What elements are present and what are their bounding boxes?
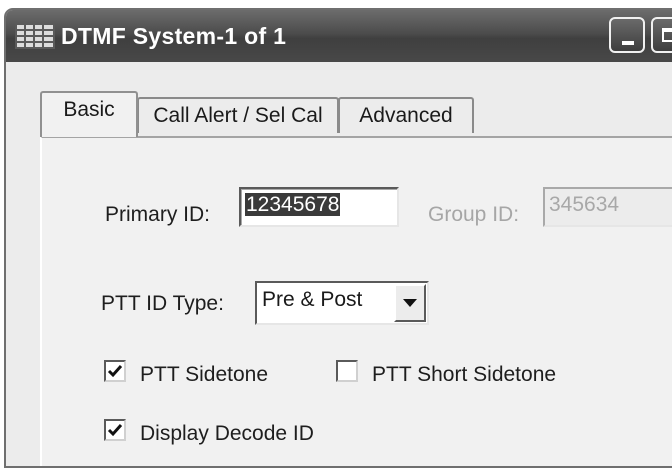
minimize-button[interactable] xyxy=(609,17,645,53)
ptt-sidetone-checkbox[interactable] xyxy=(104,360,126,382)
chevron-down-icon xyxy=(403,299,417,307)
tab-advanced[interactable]: Advanced xyxy=(338,97,474,133)
minimize-icon xyxy=(622,41,634,45)
primary-id-label: Primary ID: xyxy=(105,203,210,226)
ptt-id-type-value: Pre & Post xyxy=(262,288,363,311)
group-id-label: Group ID: xyxy=(428,203,520,226)
window-title: DTMF System-1 of 1 xyxy=(61,23,287,49)
title-bar[interactable]: DTMF System-1 of 1 xyxy=(6,10,672,62)
tab-basic[interactable]: Basic xyxy=(40,91,138,137)
checkmark-icon xyxy=(107,365,123,378)
tab-call-alert-sel-cal[interactable]: Call Alert / Sel Cal xyxy=(137,97,339,133)
ptt-short-sidetone-label: PTT Short Sidetone xyxy=(372,363,557,386)
checkmark-icon xyxy=(107,424,123,437)
display-decode-id-label: Display Decode ID xyxy=(140,422,314,445)
ptt-id-type-label: PTT ID Type: xyxy=(101,292,224,315)
ptt-id-type-select[interactable]: Pre & Post xyxy=(255,281,429,325)
maximize-button[interactable] xyxy=(651,17,672,53)
group-id-value: 345634 xyxy=(549,193,620,216)
group-id-field: 345634 xyxy=(543,187,672,227)
display-decode-id-checkbox[interactable] xyxy=(104,419,126,441)
ptt-sidetone-label: PTT Sidetone xyxy=(140,363,269,386)
maximize-icon xyxy=(662,28,672,42)
keypad-grid-icon xyxy=(15,23,55,49)
dtmf-system-window: DTMF System-1 of 1 Basic Call Alert / Se… xyxy=(4,8,672,468)
ptt-short-sidetone-checkbox[interactable] xyxy=(336,360,358,382)
primary-id-field[interactable]: 12345678 xyxy=(239,187,399,227)
dropdown-button[interactable] xyxy=(394,284,426,322)
primary-id-value: 12345678 xyxy=(245,193,341,216)
